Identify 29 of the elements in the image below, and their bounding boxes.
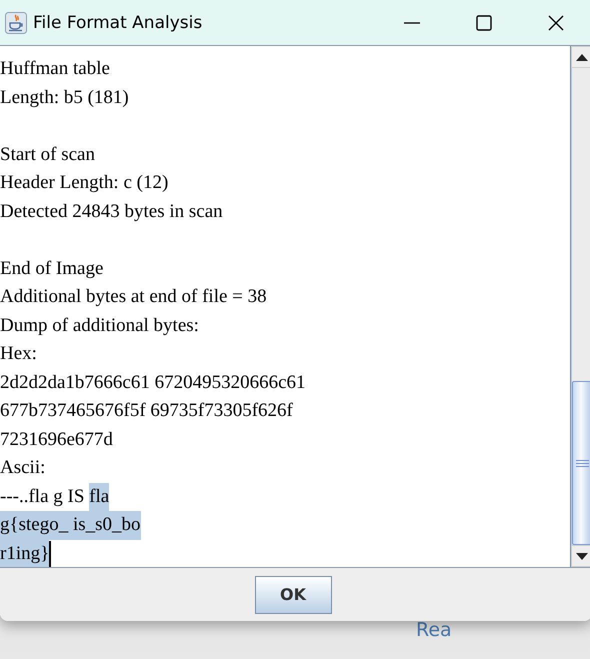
background-text: Rea: [416, 619, 452, 641]
output-text: Start of scan: [0, 142, 95, 166]
grip-icon: [576, 460, 588, 466]
output-text: Dump of additional bytes:: [0, 314, 199, 338]
up-arrow-icon: [576, 54, 588, 60]
output-text: Ascii:: [0, 456, 46, 480]
output-text: ---..fla g IS: [0, 484, 86, 508]
output-text: r1ing}: [0, 540, 50, 568]
output-text: Header Length: c (12): [0, 171, 168, 195]
output-text: 677b737465676f5f 69735f73305f626f: [0, 399, 293, 423]
scroll-thumb[interactable]: [572, 381, 590, 545]
down-arrow-icon: [576, 552, 588, 560]
scroll-down-button[interactable]: [571, 545, 590, 567]
output-text: 7231696e677d: [0, 428, 113, 452]
scrollbar[interactable]: [571, 46, 590, 567]
output-text: Hex:: [0, 342, 37, 366]
output-text: End of Image: [0, 256, 104, 280]
output-text: Huffman table: [0, 57, 110, 81]
output-text: Length: b5 (181): [0, 86, 129, 110]
output-text: g{stego_ is_s0_bo: [0, 511, 141, 540]
scroll-up-button[interactable]: [571, 46, 590, 68]
coffee-cup-icon: [5, 12, 27, 34]
output-text-area[interactable]: [0, 46, 571, 567]
output-text: 2d2d2da1b7666c61 6720495320666c61: [0, 370, 306, 394]
output-text: Additional bytes at end of file = 38: [0, 285, 267, 309]
output-text: fla: [89, 482, 110, 511]
output-text: Detected 24843 bytes in scan: [0, 200, 223, 224]
ok-button[interactable]: OK: [254, 576, 332, 614]
window-title: File Format Analysis: [33, 12, 204, 32]
